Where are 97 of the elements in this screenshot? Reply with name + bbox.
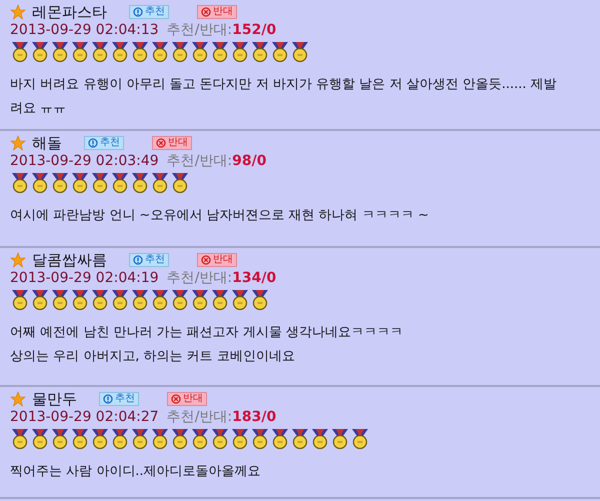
comment-date: 2013-09-29 02:03:49: [10, 153, 159, 169]
recommend-button[interactable]: 추천: [129, 5, 169, 19]
medal-icon: [290, 41, 310, 62]
medal-icon: [170, 289, 190, 310]
oppose-button[interactable]: 반대: [167, 392, 207, 406]
comment-text: 바지 버려요 유행이 아무리 돌고 돈다지만 저 바지가 유행할 날은 저 살아생전 안올듯...... 제발: [10, 76, 558, 94]
medal-icon: [70, 289, 90, 310]
star-icon: [10, 391, 26, 407]
medal-icon: [90, 172, 110, 193]
votes-label: 추천/반대:: [166, 21, 232, 39]
medal-icon: [10, 172, 30, 193]
medal-icon: [30, 41, 50, 62]
oppose-button[interactable]: 반대: [152, 136, 192, 150]
medal-icon: [70, 172, 90, 193]
medal-icon: [310, 428, 330, 449]
medal-icon: [170, 172, 190, 193]
medal-icon: [150, 428, 170, 449]
votes-label: 추천/반대:: [166, 269, 232, 287]
medal-icon: [250, 289, 270, 310]
info-icon: [133, 7, 143, 17]
comment-text: 려요 ㅠㅠ: [10, 100, 68, 118]
comment-date: 2013-09-29 02:04:13: [10, 22, 159, 38]
author-name: 레몬파스타: [32, 2, 107, 22]
comment-text: 여시에 파란남방 언니 ~오유에서 남자버젼으로 재현 하나혀 ㅋㅋㅋㅋ ~: [10, 207, 430, 225]
medal-icon: [250, 41, 270, 62]
medal-icon: [10, 428, 30, 449]
recommend-button[interactable]: 추천: [84, 136, 124, 150]
medal-icon: [290, 428, 310, 449]
medal-icon: [50, 289, 70, 310]
medal-icon: [30, 172, 50, 193]
medal-icon: [170, 41, 190, 62]
medal-icon: [350, 428, 370, 449]
medal-icon: [30, 428, 50, 449]
cancel-icon: [171, 394, 181, 404]
vote-count: 98/0: [232, 153, 266, 169]
medal-icon: [50, 172, 70, 193]
medal-icon: [230, 428, 250, 449]
medal-icon: [270, 428, 290, 449]
info-icon: [103, 394, 113, 404]
info-icon: [133, 255, 143, 265]
medal-icon: [270, 41, 290, 62]
medal-icon: [130, 428, 150, 449]
medal-icon: [190, 428, 210, 449]
comment-text: 상의는 우리 아버지고, 하의는 커트 코베인이네요: [10, 348, 296, 366]
recommend-button[interactable]: 추천: [99, 392, 139, 406]
medal-icon: [90, 428, 110, 449]
cancel-icon: [156, 138, 166, 148]
medal-icon: [70, 41, 90, 62]
author-name: 달콤쌉싸름: [32, 250, 107, 270]
medal-icon: [70, 428, 90, 449]
medal-icon: [30, 289, 50, 310]
medal-icon: [110, 172, 130, 193]
medal-icon: [90, 289, 110, 310]
medal-icon: [330, 428, 350, 449]
vote-count: 134/0: [232, 270, 276, 286]
comment-date: 2013-09-29 02:04:27: [10, 409, 159, 425]
medal-icon: [150, 41, 170, 62]
medal-icon: [130, 172, 150, 193]
comment-text: 찍어주는 사람 아이디..제아디로돌아올께요: [10, 463, 262, 481]
comment-text: 어째 예전에 남친 만나러 가는 패션고자 게시물 생각나네요ㅋㅋㅋㅋ: [10, 324, 404, 342]
medal-icon: [150, 289, 170, 310]
medal-icon: [210, 428, 230, 449]
author-name: 물만두: [32, 390, 77, 408]
vote-count: 152/0: [232, 22, 276, 38]
medal-icon: [110, 289, 130, 310]
medal-icon: [90, 41, 110, 62]
medal-icon: [130, 41, 150, 62]
medal-icon: [230, 41, 250, 62]
star-icon: [10, 4, 26, 20]
medal-icon: [190, 41, 210, 62]
medal-icon: [170, 428, 190, 449]
medal-icon: [250, 428, 270, 449]
votes-label: 추천/반대:: [166, 408, 232, 426]
medal-icon: [110, 428, 130, 449]
medal-icon: [130, 289, 150, 310]
medal-icon: [150, 172, 170, 193]
star-icon: [10, 135, 26, 151]
medal-icon: [10, 41, 30, 62]
medal-icon: [210, 289, 230, 310]
star-icon: [10, 252, 26, 268]
author-name: 해돌: [32, 134, 62, 152]
medal-icon: [190, 289, 210, 310]
medal-icon: [110, 41, 130, 62]
cancel-icon: [201, 255, 211, 265]
medal-icon: [230, 289, 250, 310]
comment-date: 2013-09-29 02:04:19: [10, 270, 159, 286]
medal-icon: [10, 289, 30, 310]
medal-icon: [50, 428, 70, 449]
oppose-button[interactable]: 반대: [197, 253, 237, 267]
cancel-icon: [201, 7, 211, 17]
votes-label: 추천/반대:: [166, 152, 232, 170]
oppose-button[interactable]: 반대: [197, 5, 237, 19]
medal-icon: [50, 41, 70, 62]
recommend-button[interactable]: 추천: [129, 253, 169, 267]
vote-count: 183/0: [232, 409, 276, 425]
medal-icon: [210, 41, 230, 62]
info-icon: [88, 138, 98, 148]
